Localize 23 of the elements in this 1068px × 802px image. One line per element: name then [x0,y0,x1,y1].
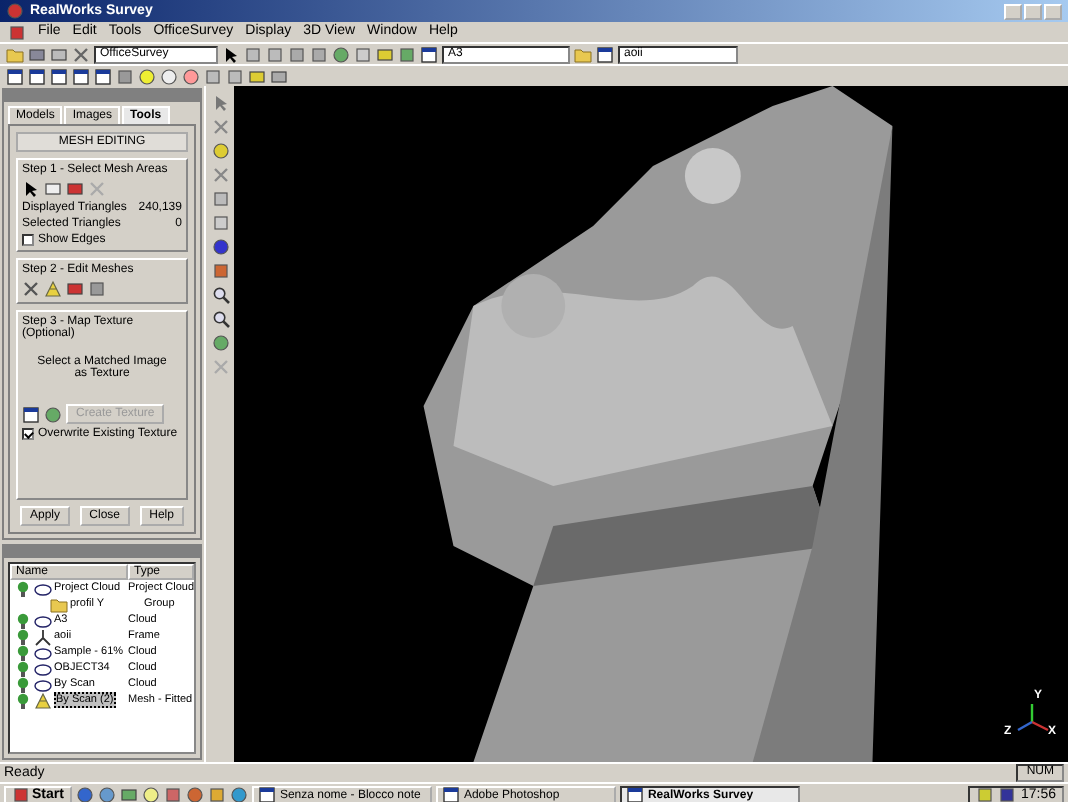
pointer-icon[interactable] [222,45,240,63]
bulb-icon[interactable] [14,627,32,645]
window-icon[interactable] [28,67,46,85]
bulb-icon[interactable] [14,643,32,661]
mesh-icon [34,691,52,709]
window-icon[interactable] [6,67,24,85]
bulb-icon[interactable] [14,675,32,693]
bulb-icon[interactable] [14,659,32,677]
window-icon[interactable] [596,45,614,63]
zoom-in-icon[interactable] [211,286,229,304]
zoom-out-icon[interactable] [211,310,229,328]
image-icon[interactable] [22,405,40,423]
checkbox[interactable] [22,234,34,246]
bulb-icon[interactable] [14,579,32,597]
checkbox[interactable] [22,428,34,440]
window-icon[interactable] [50,67,68,85]
frame-icon [34,627,52,645]
pointer-icon[interactable] [22,180,40,198]
bulb-icon[interactable] [14,691,32,709]
folder-icon [50,595,68,613]
bulb-icon[interactable] [14,611,32,629]
window-icon[interactable] [94,67,112,85]
window-icon[interactable] [72,67,90,85]
